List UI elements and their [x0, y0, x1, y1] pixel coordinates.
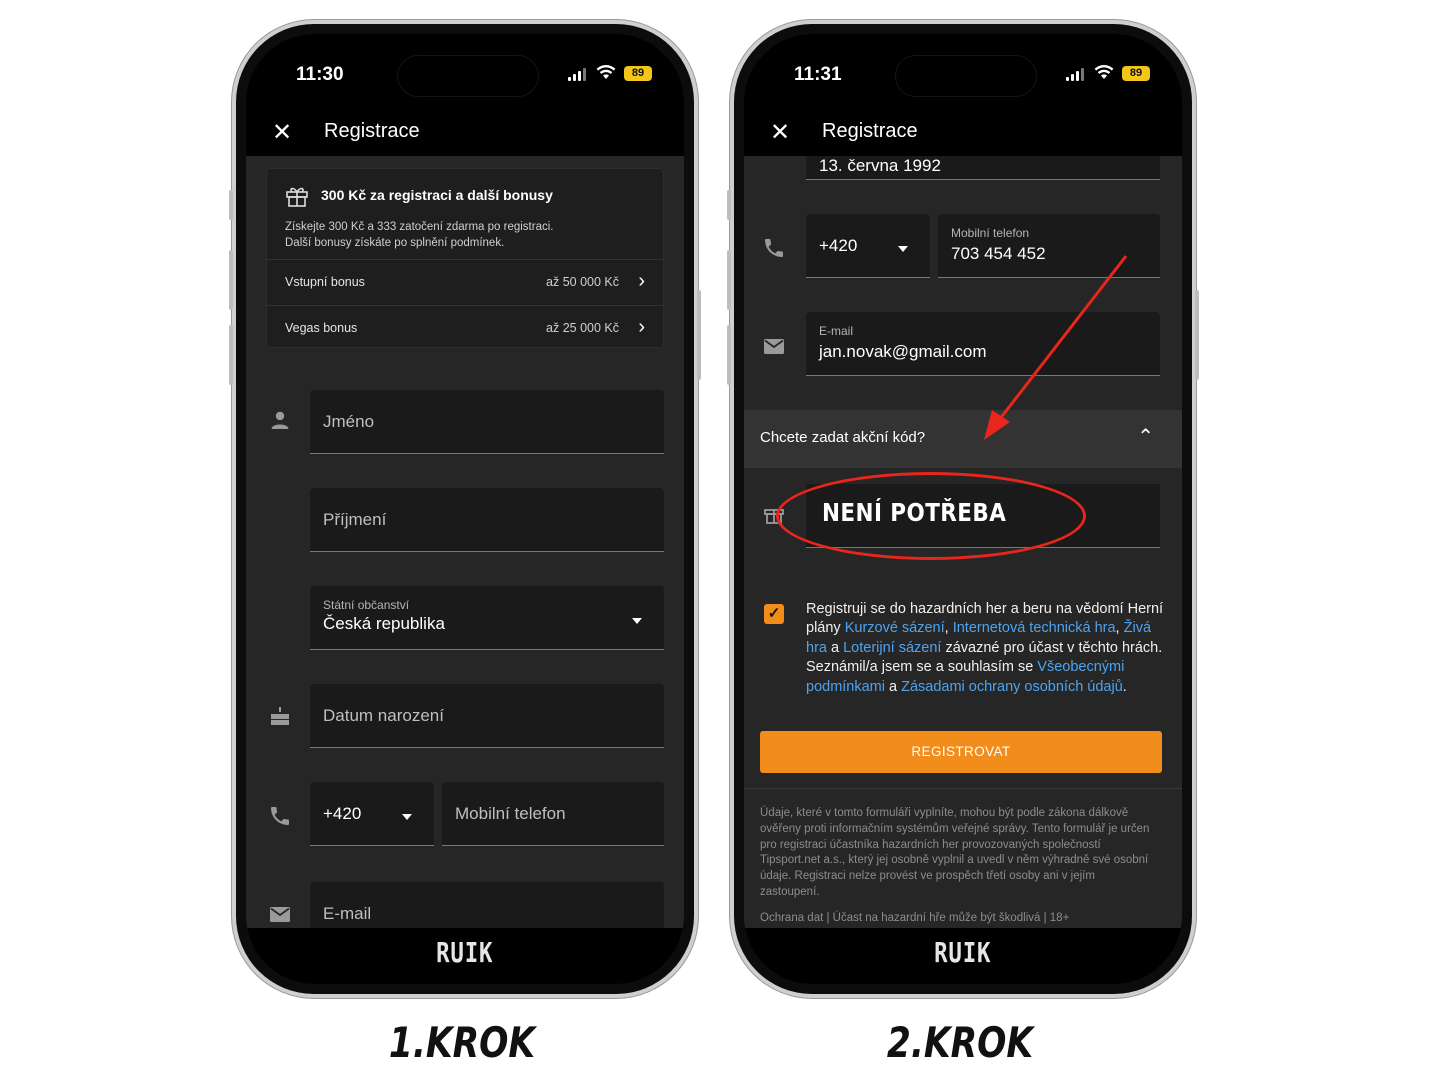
step-label-2: 2.KROK: [886, 1018, 1034, 1067]
annotation-arrow: [984, 255, 1128, 440]
step-label-1: 1.KROK: [388, 1018, 536, 1067]
